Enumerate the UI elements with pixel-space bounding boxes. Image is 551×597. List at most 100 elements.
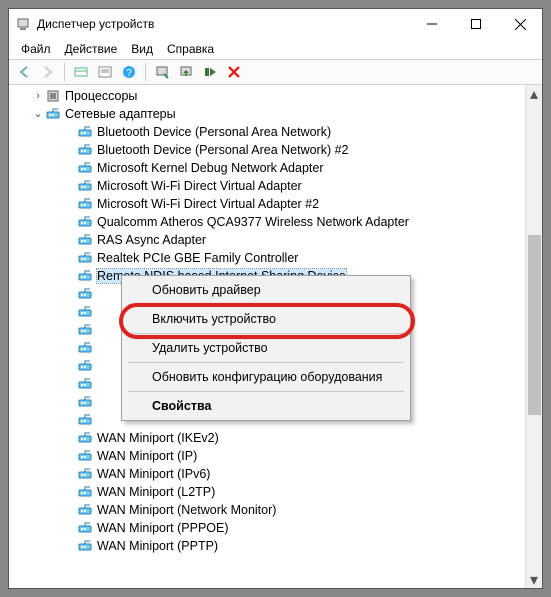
tree-device-item[interactable]: WAN Miniport (L2TP) [9, 483, 525, 501]
close-button[interactable] [498, 9, 542, 39]
nic-icon [77, 286, 93, 302]
chevron-right-icon[interactable]: › [31, 91, 45, 102]
nic-icon [77, 448, 93, 464]
tree-device-item[interactable]: WAN Miniport (Network Monitor) [9, 501, 525, 519]
tree-device-item[interactable]: WAN Miniport (IKEv2) [9, 429, 525, 447]
tree-device-item[interactable]: WAN Miniport (IPv6) [9, 465, 525, 483]
nic-icon [77, 358, 93, 374]
update-drv-button[interactable] [175, 61, 197, 83]
tree-device-label: WAN Miniport (IP) [97, 449, 197, 463]
tree-label: Процессоры [65, 89, 137, 103]
tree-device-label: WAN Miniport (Network Monitor) [97, 503, 276, 517]
tree-device-item[interactable]: Microsoft Kernel Debug Network Adapter [9, 159, 525, 177]
back-button[interactable] [13, 61, 35, 83]
device-tree[interactable]: › Процессоры ⌄ Сетевые адаптеры Bluetoot… [9, 85, 525, 588]
ctx-scan-hardware[interactable]: Обновить конфигурацию оборудования [124, 365, 408, 389]
scan-button[interactable] [151, 61, 173, 83]
maximize-button[interactable] [454, 9, 498, 39]
tree-device-label: RAS Async Adapter [97, 233, 206, 247]
tree-device-label: WAN Miniport (IKEv2) [97, 431, 219, 445]
tree-label: Сетевые адаптеры [65, 107, 176, 121]
nic-icon [77, 124, 93, 140]
tree-device-item[interactable]: Qualcomm Atheros QCA9377 Wireless Networ… [9, 213, 525, 231]
nic-icon [77, 412, 93, 428]
nic-icon [77, 232, 93, 248]
ctx-uninstall[interactable]: Удалить устройство [124, 336, 408, 360]
tree-device-item[interactable]: RAS Async Adapter [9, 231, 525, 249]
menu-action[interactable]: Действие [59, 40, 124, 58]
ctx-separator [128, 391, 404, 392]
chevron-down-icon[interactable]: ⌄ [31, 109, 45, 120]
toolbar: ? [9, 59, 542, 85]
nic-icon [77, 502, 93, 518]
tree-device-item[interactable]: Realtek PCIe GBE Family Controller [9, 249, 525, 267]
nic-icon [77, 142, 93, 158]
tree-device-item[interactable]: WAN Miniport (PPPOE) [9, 519, 525, 537]
nic-icon [77, 430, 93, 446]
tree-device-item[interactable]: Bluetooth Device (Personal Area Network)… [9, 141, 525, 159]
cpu-icon [45, 88, 61, 104]
tree-device-label: Microsoft Wi-Fi Direct Virtual Adapter #… [97, 197, 319, 211]
nic-icon [77, 304, 93, 320]
vertical-scrollbar[interactable]: ▴ ▾ [525, 85, 542, 588]
ctx-separator [128, 362, 404, 363]
nic-icon [77, 340, 93, 356]
menubar: Файл Действие Вид Справка [9, 39, 542, 59]
nic-icon [77, 376, 93, 392]
show-hidden-button[interactable] [70, 61, 92, 83]
enable-button[interactable] [199, 61, 221, 83]
svg-text:?: ? [126, 68, 132, 79]
tree-device-item[interactable]: Bluetooth Device (Personal Area Network) [9, 123, 525, 141]
tree-device-label: Microsoft Kernel Debug Network Adapter [97, 161, 324, 175]
tree-category-processors[interactable]: › Процессоры [9, 87, 525, 105]
network-icon [45, 106, 61, 122]
properties-button[interactable] [94, 61, 116, 83]
nic-icon [77, 394, 93, 410]
tree-device-item[interactable]: Microsoft Wi-Fi Direct Virtual Adapter [9, 177, 525, 195]
help-button[interactable]: ? [118, 61, 140, 83]
nic-icon [77, 160, 93, 176]
minimize-button[interactable] [410, 9, 454, 39]
scroll-down-button[interactable]: ▾ [526, 571, 542, 588]
nic-icon [77, 196, 93, 212]
scroll-thumb[interactable] [528, 235, 541, 415]
device-manager-window: Диспетчер устройств Файл Действие Вид Сп… [8, 8, 543, 589]
ctx-separator [128, 333, 404, 334]
tree-device-label: Microsoft Wi-Fi Direct Virtual Adapter [97, 179, 302, 193]
nic-icon [77, 322, 93, 338]
tree-device-item[interactable]: WAN Miniport (IP) [9, 447, 525, 465]
ctx-properties[interactable]: Свойства [124, 394, 408, 418]
tree-category-netadapters[interactable]: ⌄ Сетевые адаптеры [9, 105, 525, 123]
tree-device-label: WAN Miniport (L2TP) [97, 485, 215, 499]
tree-device-label: WAN Miniport (PPPOE) [97, 521, 229, 535]
tree-device-label: WAN Miniport (IPv6) [97, 467, 210, 481]
tree-device-item[interactable]: WAN Miniport (PPTP) [9, 537, 525, 555]
forward-button[interactable] [37, 61, 59, 83]
scroll-up-button[interactable]: ▴ [526, 85, 542, 102]
nic-icon [77, 466, 93, 482]
tree-device-label: Qualcomm Atheros QCA9377 Wireless Networ… [97, 215, 409, 229]
ctx-separator [128, 304, 404, 305]
nic-icon [77, 538, 93, 554]
nic-icon [77, 484, 93, 500]
nic-icon [77, 520, 93, 536]
window-title: Диспетчер устройств [37, 17, 410, 31]
nic-icon [77, 250, 93, 266]
ctx-update-driver[interactable]: Обновить драйвер [124, 278, 408, 302]
tree-device-label: Bluetooth Device (Personal Area Network) [97, 125, 331, 139]
app-icon [15, 16, 31, 32]
context-menu: Обновить драйвер Включить устройство Уда… [121, 275, 411, 421]
nic-icon [77, 214, 93, 230]
nic-icon [77, 268, 93, 284]
nic-icon [77, 178, 93, 194]
titlebar: Диспетчер устройств [9, 9, 542, 39]
menu-file[interactable]: Файл [15, 40, 57, 58]
menu-view[interactable]: Вид [125, 40, 159, 58]
tree-device-label: Realtek PCIe GBE Family Controller [97, 251, 298, 265]
tree-device-label: Bluetooth Device (Personal Area Network)… [97, 143, 349, 157]
ctx-enable-device[interactable]: Включить устройство [124, 307, 408, 331]
uninstall-button[interactable] [223, 61, 245, 83]
tree-device-label: WAN Miniport (PPTP) [97, 539, 218, 553]
tree-device-item[interactable]: Microsoft Wi-Fi Direct Virtual Adapter #… [9, 195, 525, 213]
menu-help[interactable]: Справка [161, 40, 220, 58]
